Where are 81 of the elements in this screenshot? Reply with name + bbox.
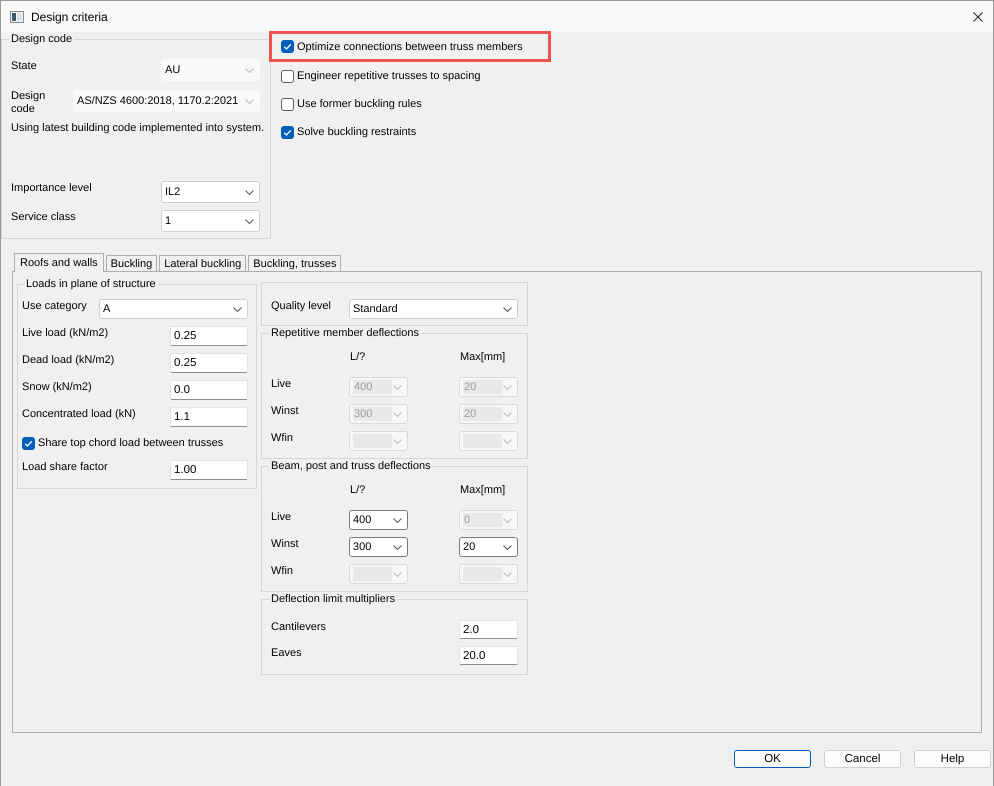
chevron-icon bbox=[503, 518, 512, 522]
field-label: Importance level bbox=[11, 181, 92, 195]
text-field[interactable]: 1.00 bbox=[170, 460, 248, 480]
dropdown[interactable]: A bbox=[99, 299, 248, 319]
column-header: Max[mm] bbox=[459, 483, 506, 497]
row-label: Live bbox=[271, 510, 292, 525]
checkbox[interactable] bbox=[22, 436, 35, 450]
group-title: Design code bbox=[10, 32, 74, 46]
chevron-icon bbox=[503, 412, 512, 416]
chevron-icon bbox=[393, 412, 402, 416]
tab[interactable]: Lateral buckling bbox=[159, 255, 246, 271]
field-label: State bbox=[11, 59, 37, 73]
row-label: Winst bbox=[271, 537, 300, 552]
row-label: Wfin bbox=[271, 431, 294, 446]
dropdown[interactable]: 1 bbox=[161, 210, 260, 232]
group-title: Deflection limit multipliers bbox=[270, 592, 396, 606]
column-header: L/? bbox=[349, 483, 366, 497]
chevron-icon bbox=[393, 572, 402, 576]
field-label: Concentrated load (kN) bbox=[22, 407, 136, 421]
window-icon bbox=[10, 10, 24, 22]
chevron-icon bbox=[393, 544, 402, 550]
text-field[interactable]: 1.1 bbox=[170, 407, 248, 427]
group-title: Loads in plane of structure bbox=[25, 277, 157, 291]
tab[interactable]: Buckling bbox=[106, 255, 158, 271]
chevron-icon bbox=[503, 384, 512, 390]
dialog-button[interactable]: OK bbox=[734, 750, 811, 768]
chevron-icon bbox=[393, 438, 402, 444]
info-text: Using latest building code implemented into system. bbox=[11, 121, 266, 135]
row-label: Winst bbox=[271, 404, 300, 419]
field-label: Service class bbox=[11, 210, 76, 224]
dialog-button[interactable]: Help bbox=[914, 750, 991, 768]
chevron-icon bbox=[393, 384, 402, 390]
text-field[interactable]: 0.25 bbox=[170, 326, 248, 346]
chevron-icon bbox=[245, 68, 254, 72]
field-label: Cantilevers bbox=[271, 620, 326, 634]
dropdown[interactable]: 300 bbox=[349, 537, 408, 557]
row-label: Wfin bbox=[271, 564, 294, 579]
field-label: Eaves bbox=[271, 646, 302, 660]
chevron-icon bbox=[233, 306, 242, 312]
checkbox[interactable] bbox=[281, 70, 294, 82]
field-label: Snow (kN/m2) bbox=[22, 380, 92, 394]
checkbox-label: Use former buckling rules bbox=[297, 97, 422, 111]
column-header: Max[mm] bbox=[459, 350, 506, 364]
text-field[interactable]: 0.25 bbox=[170, 353, 248, 373]
checkbox[interactable] bbox=[281, 126, 294, 138]
dropdown[interactable]: IL2 bbox=[161, 181, 260, 203]
text-field[interactable]: 0.0 bbox=[170, 380, 248, 400]
checkbox-label: Solve buckling restraints bbox=[297, 125, 416, 139]
chevron-icon bbox=[245, 98, 254, 104]
text-field[interactable]: 2.0 bbox=[459, 620, 518, 639]
dropdown[interactable]: 400 bbox=[349, 510, 408, 530]
checkbox-label: Optimize connections between truss members bbox=[297, 40, 523, 54]
close-icon[interactable] bbox=[973, 12, 983, 22]
field-label: Use category bbox=[22, 299, 87, 313]
field-label: Design code bbox=[11, 90, 46, 116]
field-label: Live load (kN/m2) bbox=[22, 326, 108, 340]
field-label: Load share factor bbox=[22, 460, 108, 474]
chevron-icon bbox=[503, 438, 512, 444]
checkbox[interactable] bbox=[281, 40, 294, 53]
chevron-icon bbox=[503, 572, 512, 576]
tab[interactable]: Roofs and walls bbox=[14, 253, 104, 272]
checkbox-label: Engineer repetitive trusses to spacing bbox=[297, 69, 480, 83]
tab[interactable]: Buckling, trusses bbox=[248, 255, 342, 271]
row-label: Live bbox=[271, 377, 292, 392]
group-title: Beam, post and truss deflections bbox=[270, 459, 432, 473]
chevron-icon bbox=[503, 306, 512, 312]
window-title: Design criteria bbox=[31, 10, 108, 24]
dropdown[interactable]: 20 bbox=[459, 537, 518, 557]
dialog-button[interactable]: Cancel bbox=[824, 750, 901, 768]
chevron-icon bbox=[503, 544, 512, 550]
checkbox-label: Share top chord load between trusses bbox=[38, 436, 224, 450]
chevron-icon bbox=[245, 190, 254, 194]
text-field[interactable]: 20.0 bbox=[459, 646, 518, 665]
checkbox[interactable] bbox=[281, 98, 294, 110]
group-title: Repetitive member deflections bbox=[270, 326, 420, 340]
dropdown[interactable]: Standard bbox=[349, 299, 518, 319]
chevron-icon bbox=[245, 218, 254, 224]
field-label: Dead load (kN/m2) bbox=[22, 353, 114, 367]
chevron-icon bbox=[393, 518, 402, 522]
column-header: L/? bbox=[349, 350, 366, 364]
field-label: Quality level bbox=[271, 299, 331, 313]
